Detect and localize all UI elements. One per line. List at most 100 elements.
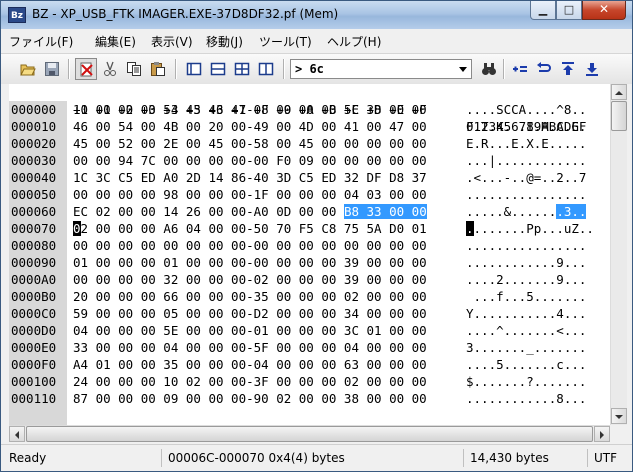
scroll-up-button[interactable] xyxy=(611,84,627,100)
scroll-right-button[interactable] xyxy=(594,426,610,442)
menu-tools[interactable]: ツール(T) xyxy=(259,33,312,50)
row-ascii[interactable]: ........Pp...uZ.. xyxy=(466,220,594,237)
row-address: 0000E0 xyxy=(11,340,57,355)
column-header-bar xyxy=(9,84,610,101)
row-hex-bytes[interactable]: 87 00 00 00 09 00 00 00-90 02 00 00 38 0… xyxy=(73,390,427,407)
left-frame xyxy=(1,84,9,442)
menu-view[interactable]: 表示(V) xyxy=(151,33,193,50)
caret-ascii-char: . xyxy=(466,221,474,236)
row-ascii[interactable]: ....SCCA....^8.. xyxy=(466,101,586,118)
window-controls: ▁ □ ✕ xyxy=(530,1,626,21)
row-ascii[interactable]: ....2.......9... xyxy=(466,271,586,288)
row-hex-bytes[interactable]: 04 00 00 00 5E 00 00 00-01 00 00 00 3C 0… xyxy=(73,322,427,339)
row-ascii[interactable]: ............9... xyxy=(466,254,586,271)
menu-jump[interactable]: 移動(J) xyxy=(206,33,243,50)
row-hex-bytes[interactable]: 33 00 00 00 04 00 00 00-5F 00 00 00 04 0… xyxy=(73,339,427,356)
open-button[interactable] xyxy=(17,58,39,80)
menu-file[interactable]: ファイル(F) xyxy=(9,33,73,50)
row-hex-bytes[interactable]: 24 00 00 00 10 02 00 00-3F 00 00 00 02 0… xyxy=(73,373,427,390)
scroll-down-button[interactable] xyxy=(611,408,627,424)
caret-hex-nibble: 0 xyxy=(73,221,81,236)
scroll-left-button[interactable] xyxy=(9,426,25,442)
row-ascii[interactable]: .<...-..@=..2..7 xyxy=(466,169,586,186)
copy-button[interactable] xyxy=(123,58,145,80)
row-ascii[interactable]: F.T.K. .I.M.A.G. xyxy=(466,118,586,135)
jump-back-button[interactable] xyxy=(533,58,555,80)
close-button[interactable]: ✕ xyxy=(582,1,626,20)
status-file-size: 14,430 bytes xyxy=(463,449,587,467)
find-button[interactable] xyxy=(478,58,500,80)
jump-down-button[interactable] xyxy=(581,58,603,80)
find-compare-button[interactable] xyxy=(509,58,531,80)
app-icon[interactable]: Bz xyxy=(8,7,26,23)
column-header: +0 +1 +2 +3 +4 +5 +6 +7 +8 +9 +A +B +C +… xyxy=(9,84,586,134)
maximize-icon: □ xyxy=(563,3,575,16)
row-ascii[interactable]: ...f...5....... xyxy=(466,288,587,305)
search-input[interactable]: > 6c xyxy=(295,62,324,76)
row-hex-bytes[interactable]: 01 00 00 00 01 00 00 00-00 00 00 00 39 0… xyxy=(73,254,427,271)
toolbar-separator xyxy=(68,59,70,79)
row-hex-bytes[interactable]: 1C 3C C5 ED A0 2D 14 86-40 3D C5 ED 32 D… xyxy=(73,169,427,186)
row-hex-bytes[interactable]: 02 00 00 00 A6 04 00 00-50 70 F5 C8 75 5… xyxy=(73,220,427,237)
row-hex-bytes[interactable]: 00 00 00 00 98 00 00 00-1F 00 00 00 04 0… xyxy=(73,186,427,203)
copy-icon xyxy=(127,62,141,76)
search-combo[interactable]: > 6c xyxy=(290,59,472,79)
menu-edit[interactable]: 編集(E) xyxy=(95,33,136,50)
undo-jump-icon xyxy=(537,62,551,72)
row-ascii[interactable]: E.R...E.X.E..... xyxy=(466,135,586,152)
row-ascii[interactable]: ...|............ xyxy=(466,152,586,169)
row-address: 000000 xyxy=(11,102,57,117)
view-mode-3-button[interactable] xyxy=(231,58,253,80)
row-ascii[interactable]: ....^.......<... xyxy=(466,322,586,339)
minimize-button[interactable]: ▁ xyxy=(530,1,556,20)
row-hex-bytes[interactable]: A4 01 00 00 35 00 00 00-04 00 00 00 63 0… xyxy=(73,356,427,373)
arrow-right-icon xyxy=(600,431,604,439)
row-hex-bytes[interactable]: 11 00 00 00 53 43 43 41-0F 00 00 00 5E 3… xyxy=(73,101,427,118)
paste-button[interactable] xyxy=(147,58,169,80)
toolbar-separator xyxy=(283,59,285,79)
vertical-scrollbar[interactable] xyxy=(610,84,627,425)
row-hex-bytes[interactable]: 45 00 52 00 2E 00 45 00-58 00 45 00 00 0… xyxy=(73,135,427,152)
row-hex-bytes[interactable]: EC 02 00 00 14 26 00 00-A0 0D 00 00 B8 3… xyxy=(73,203,427,220)
row-ascii[interactable]: ....5.......c... xyxy=(466,356,586,373)
view-mode-4-button[interactable] xyxy=(255,58,277,80)
row-address: 000080 xyxy=(11,238,57,253)
minimize-icon: ▁ xyxy=(538,3,548,16)
row-ascii[interactable]: ................ xyxy=(466,237,586,254)
cut-button[interactable] xyxy=(99,58,121,80)
row-ascii[interactable]: .....&.......3.. xyxy=(466,203,587,220)
jump-up-button[interactable] xyxy=(557,58,579,80)
row-hex-bytes[interactable]: 46 00 54 00 4B 00 20 00-49 00 4D 00 41 0… xyxy=(73,118,427,135)
status-selection: 00006C-000070 0x4(4) bytes xyxy=(161,449,463,467)
search-dropdown-button[interactable] xyxy=(455,60,471,78)
ascii-segment: .....&...... xyxy=(466,204,557,219)
row-ascii[interactable]: 3......._....... xyxy=(466,339,586,356)
row-ascii[interactable]: Y...........4... xyxy=(466,305,586,322)
title-bar[interactable]: Bz BZ - XP_USB_FTK IMAGER.EXE-37D8DF32.p… xyxy=(1,1,632,29)
row-ascii[interactable]: $.......?....... xyxy=(466,373,586,390)
selected-hex-bytes: B8 33 00 00 xyxy=(343,204,427,219)
vertical-scroll-thumb[interactable] xyxy=(611,101,627,131)
mark-button[interactable] xyxy=(75,58,97,80)
toolbar-separator xyxy=(503,59,505,79)
horizontal-scroll-thumb[interactable] xyxy=(26,426,593,442)
scissors-icon xyxy=(104,61,116,76)
row-address: 000030 xyxy=(11,153,57,168)
row-hex-bytes[interactable]: 00 00 94 7C 00 00 00 00-00 F0 09 00 00 0… xyxy=(73,152,427,169)
row-hex-bytes[interactable]: 59 00 00 00 05 00 00 00-D2 00 00 00 34 0… xyxy=(73,305,427,322)
row-address: 0000D0 xyxy=(11,323,57,338)
row-address: 000100 xyxy=(11,374,57,389)
row-hex-bytes[interactable]: 00 00 00 00 00 00 00 00-00 00 00 00 00 0… xyxy=(73,237,427,254)
view-mode-2-button[interactable] xyxy=(207,58,229,80)
save-button[interactable] xyxy=(41,58,63,80)
row-address: 000070 xyxy=(11,221,57,236)
maximize-button[interactable]: □ xyxy=(556,1,582,20)
view-mode-1-button[interactable] xyxy=(183,58,205,80)
row-hex-bytes[interactable]: 20 00 00 00 66 00 00 00-35 00 00 00 02 0… xyxy=(73,288,427,305)
hex-editor[interactable]: +0 +1 +2 +3 +4 +5 +6 +7 +8 +9 +A +B +C +… xyxy=(9,84,610,425)
menu-help[interactable]: ヘルプ(H) xyxy=(327,33,381,50)
horizontal-scrollbar[interactable] xyxy=(9,425,610,442)
row-ascii[interactable]: ............8... xyxy=(466,390,586,407)
row-ascii[interactable]: ................ xyxy=(466,186,586,203)
row-hex-bytes[interactable]: 00 00 00 00 32 00 00 00-02 00 00 00 39 0… xyxy=(73,271,427,288)
